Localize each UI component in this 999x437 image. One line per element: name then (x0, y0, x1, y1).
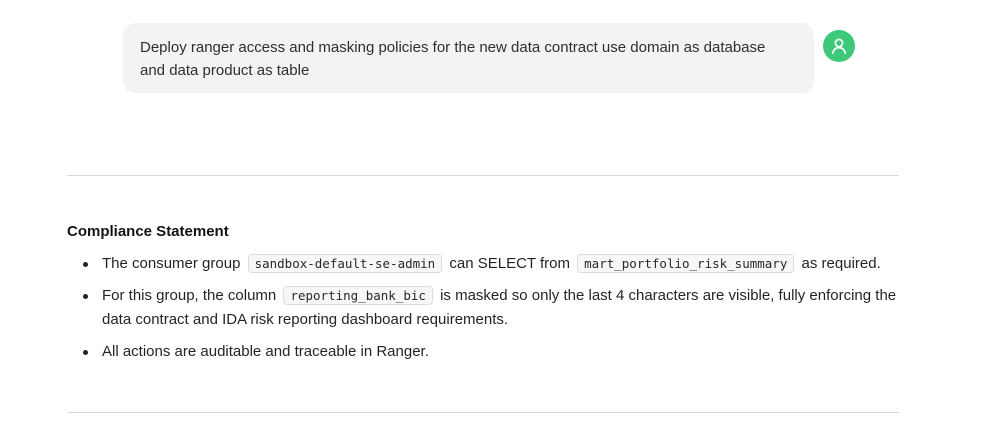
inline-code-table: mart_portfolio_risk_summary (577, 254, 795, 273)
user-icon (831, 38, 847, 55)
item1-text-3: as required. (801, 255, 881, 272)
user-avatar[interactable] (823, 30, 855, 62)
compliance-heading: Compliance Statement (67, 223, 229, 240)
user-message-line-1: Deploy ranger access and masking policie… (140, 39, 766, 56)
user-message-line-2: and data product as table (140, 62, 310, 79)
item2-text-1: For this group, the column (102, 287, 277, 304)
section-divider-bottom (67, 412, 899, 413)
bullet-icon (83, 262, 88, 267)
bullet-icon (83, 350, 88, 355)
item2-text-2: is masked so only the last 4 characters … (440, 287, 897, 304)
inline-code-column: reporting_bank_bic (283, 286, 433, 305)
item2-text-line-2: data contract and IDA risk reporting das… (102, 311, 509, 328)
inline-code-consumer-group: sandbox-default-se-admin (247, 254, 443, 273)
list-item: The consumer group sandbox-default-se-ad… (67, 252, 899, 276)
list-item: All actions are auditable and traceable … (67, 340, 899, 364)
user-message-bubble: Deploy ranger access and masking policie… (123, 23, 814, 93)
item1-text-2: can SELECT from (449, 255, 570, 272)
assistant-response: Compliance Statement The consumer group … (67, 222, 899, 372)
compliance-list: The consumer group sandbox-default-se-ad… (67, 252, 899, 364)
section-divider-top (67, 175, 899, 176)
bullet-icon (83, 294, 88, 299)
list-item: For this group, the column reporting_ban… (67, 284, 899, 332)
item1-text-1: The consumer group (102, 255, 241, 272)
item3-text: All actions are auditable and traceable … (102, 343, 429, 360)
